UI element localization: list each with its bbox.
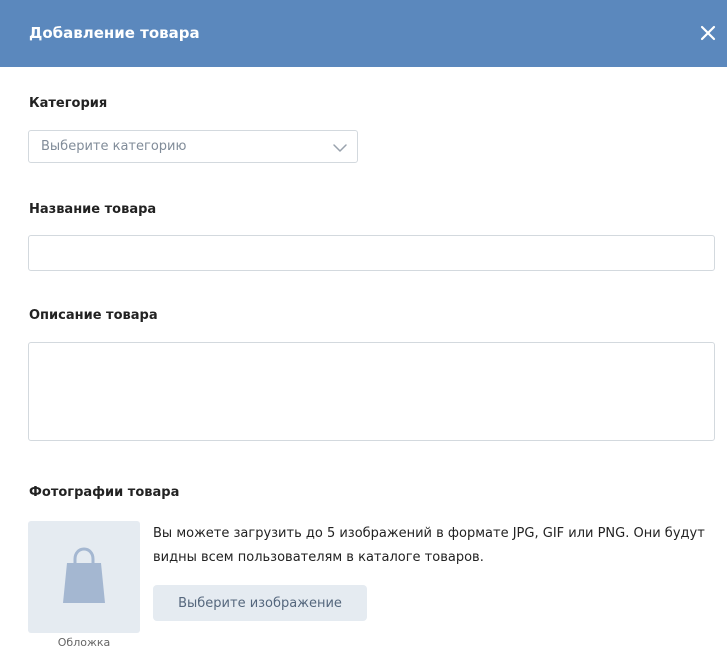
product-description-label: Описание товара [29,308,158,323]
choose-image-button[interactable]: Выберите изображение [153,585,367,621]
add-product-modal: Добавление товара Категория Выберите кат… [0,0,727,647]
product-name-label: Название товара [29,202,157,217]
modal-title: Добавление товара [29,24,200,42]
photo-cover-placeholder[interactable] [28,521,140,633]
cover-label: Обложка [57,636,111,647]
modal-header: Добавление товара [0,0,727,67]
category-select[interactable]: Выберите категорию [28,130,358,163]
product-description-input[interactable] [28,342,715,441]
product-name-input[interactable] [28,235,715,271]
category-select-value: Выберите категорию [41,139,187,154]
product-photos-label: Фотографии товара [29,485,180,500]
chevron-down-icon [333,144,347,152]
close-icon [700,25,716,41]
photo-upload-info: Вы можете загрузить до 5 изображений в ф… [153,526,705,565]
close-button[interactable] [697,22,719,44]
category-label: Категория [29,96,108,111]
shopping-bag-icon [63,547,105,603]
